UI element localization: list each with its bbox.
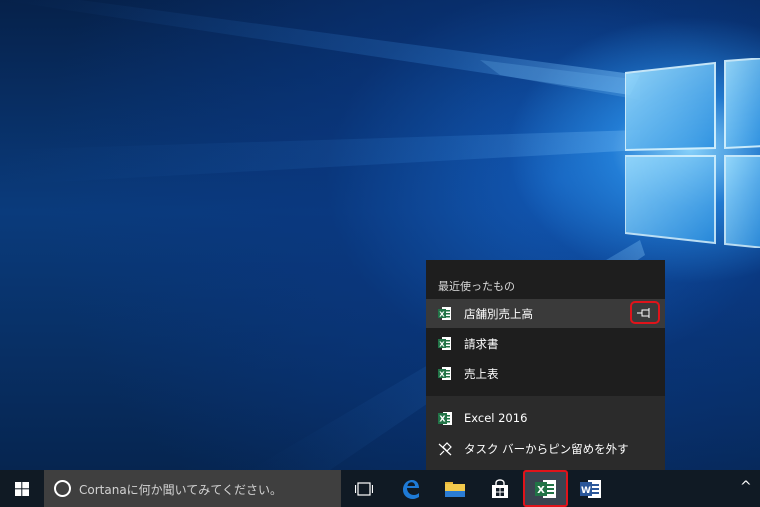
recent-item-invoice[interactable]: X 請求書 [426, 329, 665, 358]
file-explorer-button[interactable] [432, 470, 478, 507]
excel-icon: X [535, 480, 556, 498]
recent-item-store-sales[interactable]: X 店舗別売上高 [426, 299, 665, 328]
excel-file-icon: X [438, 367, 451, 380]
excel-app-icon: X [438, 412, 452, 425]
windows-start-icon [15, 481, 29, 496]
svg-text:W: W [581, 486, 591, 496]
store-button[interactable] [477, 470, 523, 507]
store-icon [492, 478, 508, 498]
task-view-button[interactable] [341, 470, 387, 507]
windows-logo [625, 58, 760, 248]
excel-app-label: Excel 2016 [464, 411, 528, 425]
excel-taskbar-button[interactable]: X [523, 470, 568, 507]
jump-list-tasks: X Excel 2016 タスク バーからピン留めを外す [426, 396, 665, 470]
word-taskbar-button[interactable]: W [568, 470, 614, 507]
edge-taskbar-button[interactable] [387, 470, 433, 507]
show-hidden-icons-chevron-icon[interactable]: ^ [740, 479, 752, 495]
svg-text:X: X [537, 485, 545, 496]
task-view-icon [355, 481, 373, 496]
recent-item-label: 請求書 [464, 337, 499, 351]
svg-text:X: X [439, 371, 445, 379]
search-placeholder: Cortanaに何か聞いてみてください。 [79, 483, 282, 497]
recent-item-label: 店舗別売上高 [464, 307, 533, 321]
unpin-from-taskbar[interactable]: タスク バーからピン留めを外す [426, 434, 665, 463]
pin-icon [637, 307, 650, 318]
recent-item-label: 売上表 [464, 367, 499, 381]
cortana-search-box[interactable]: Cortanaに何か聞いてみてください。 [44, 470, 341, 507]
svg-text:X: X [439, 415, 446, 424]
recent-section-title: 最近使ったもの [438, 280, 515, 293]
svg-text:X: X [439, 341, 445, 349]
edge-icon [403, 479, 419, 499]
unpin-label: タスク バーからピン留めを外す [464, 442, 629, 456]
cortana-icon [54, 480, 71, 497]
start-button[interactable] [0, 470, 44, 507]
excel-file-icon: X [438, 337, 451, 350]
taskbar: Cortanaに何か聞いてみてください。 X W ^ [0, 470, 760, 507]
svg-text:X: X [439, 311, 445, 319]
unpin-icon [438, 442, 452, 456]
excel-file-icon: X [438, 307, 451, 320]
excel-jump-list: 最近使ったもの X 店舗別売上高 X 請求書 X 売上表 X Excel 201… [426, 260, 665, 470]
word-icon: W [580, 479, 601, 498]
recent-item-sales-table[interactable]: X 売上表 [426, 359, 665, 388]
file-explorer-icon [445, 481, 465, 497]
open-excel-2016[interactable]: X Excel 2016 [426, 404, 665, 433]
pin-to-list-button[interactable] [630, 301, 660, 324]
